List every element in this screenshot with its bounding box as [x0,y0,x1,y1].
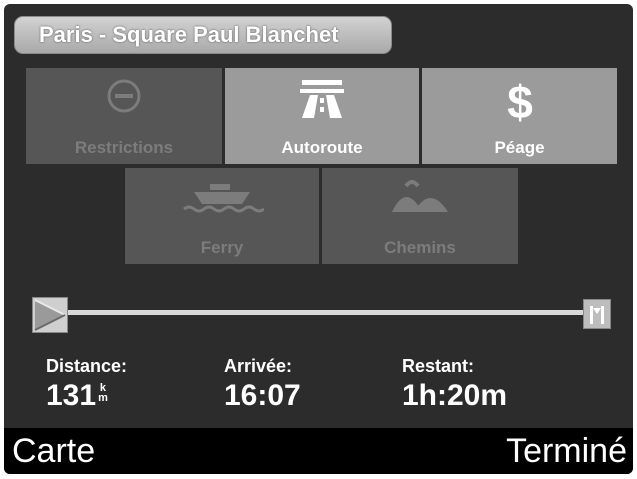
softkey-bar: Carte Terminé [4,428,633,474]
dollar-icon: $ [422,76,617,126]
destination-title: Paris - Square Paul Blanchet [14,16,392,54]
route-progress-track [44,310,594,315]
distance-value: 131 [46,379,97,412]
peage-label: Péage [494,138,545,157]
highway-icon [225,76,419,120]
no-entry-icon [26,76,222,116]
autoroute-label: Autoroute [281,138,363,157]
arrival-value: 16:07 [224,379,301,412]
remaining-value: 1h:20m [402,379,508,412]
distance-value-row: 131 k m [46,379,127,413]
remaining-stat: Restant: 1h:20m [402,356,507,413]
termine-softkey[interactable]: Terminé [506,432,627,471]
chemins-label: Chemins [384,238,456,257]
arrival-label: Arrivée: [224,356,293,376]
svg-text:$: $ [507,76,533,126]
remaining-label: Restant: [402,356,475,376]
distance-label: Distance: [46,356,128,376]
chemins-button[interactable]: Chemins [322,168,518,264]
ferry-icon [125,176,319,216]
start-flag-icon[interactable] [32,297,68,333]
restrictions-label: Restrictions [74,138,174,157]
arrival-stat: Arrivée: 16:07 [224,356,301,413]
hills-icon [322,176,518,216]
carte-softkey[interactable]: Carte [12,432,95,471]
autoroute-button[interactable]: Autoroute [225,68,419,164]
destination-flag-icon[interactable] [583,299,611,329]
restrictions-button[interactable]: Restrictions [26,68,222,164]
distance-stat: Distance: 131 k m [46,356,127,413]
route-options-screen: Paris - Square Paul Blanchet Restriction… [4,4,633,474]
ferry-button[interactable]: Ferry [125,168,319,264]
ferry-label: Ferry [200,238,244,257]
peage-button[interactable]: $ Péage [422,68,617,164]
distance-unit: km [98,383,108,404]
distance-unit-bottom: m [98,392,108,404]
